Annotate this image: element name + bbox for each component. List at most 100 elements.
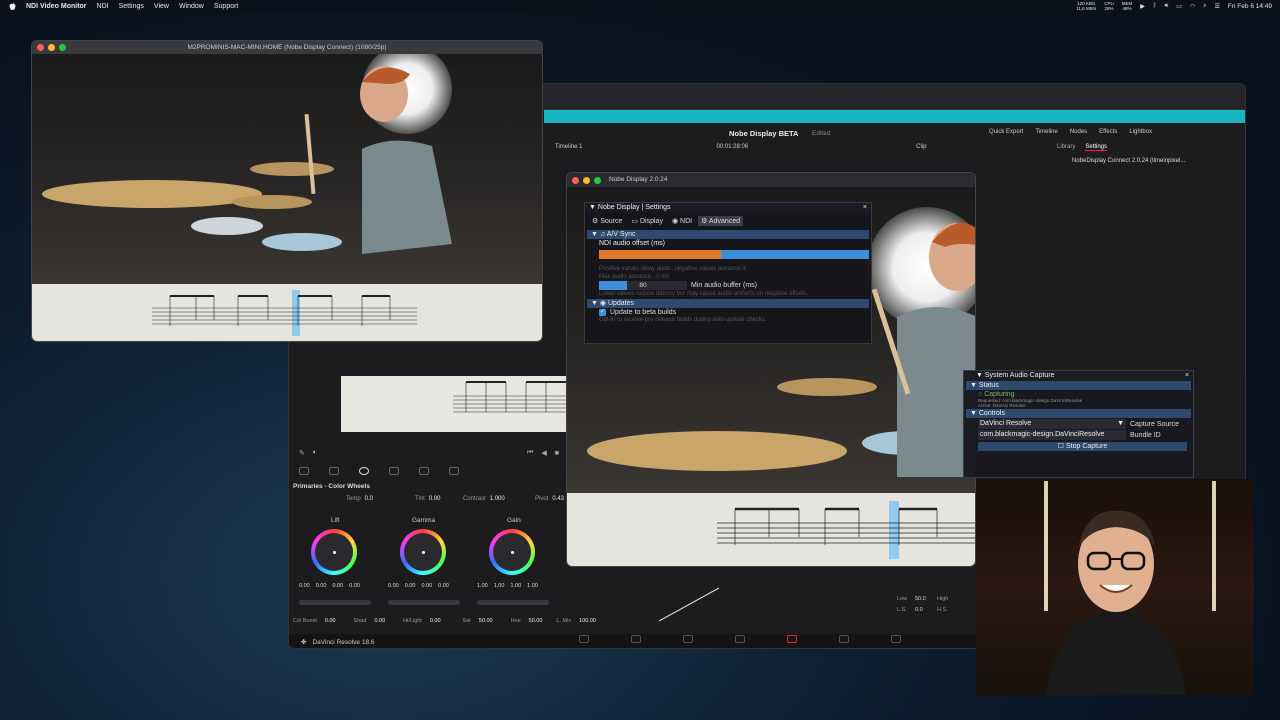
status-section[interactable]: ▼ Status	[966, 381, 1191, 390]
menu-support[interactable]: Support	[214, 3, 239, 10]
gamma-master-slider[interactable]	[388, 600, 460, 605]
color-match-icon[interactable]	[329, 467, 339, 475]
av-sync-section[interactable]: ▼ ♫ A/V Sync	[587, 230, 869, 239]
media-page-icon[interactable]	[579, 635, 589, 643]
battery-icon[interactable]: ▭	[1176, 3, 1182, 10]
play-reverse-icon[interactable]: ◀	[541, 449, 546, 457]
timeline-tab[interactable]: Timeline	[1035, 129, 1057, 135]
nodes-tab[interactable]: Nodes	[1070, 129, 1087, 135]
play-icon[interactable]: ▶	[1140, 3, 1145, 10]
menu-view[interactable]: View	[154, 3, 169, 10]
lmix-value[interactable]: 100.00	[579, 618, 596, 624]
controls-section[interactable]: ▼ Controls	[966, 409, 1191, 418]
apple-icon[interactable]	[8, 1, 17, 11]
gamma-wheel[interactable]	[400, 529, 446, 575]
clip-menu[interactable]: Clip	[916, 144, 926, 150]
tint-value[interactable]: 0.00	[429, 496, 441, 502]
quick-export-button[interactable]: Quick Export	[989, 129, 1023, 135]
color-page-icon[interactable]	[787, 635, 797, 643]
tab-advanced[interactable]: ⚙ Advanced	[698, 216, 744, 226]
plugin-name[interactable]: NobeDisplay Connect 2.0.24 (timeinpixel.…	[1072, 158, 1185, 164]
close-icon[interactable]	[37, 44, 44, 51]
gain-g[interactable]: 1.00	[510, 583, 521, 589]
gamma-b[interactable]: 0.00	[438, 583, 449, 589]
audio-icon[interactable]: 🔈︎	[313, 449, 317, 457]
bluetooth-icon[interactable]: ᛒ	[1153, 3, 1157, 9]
beta-builds-checkbox[interactable]: ✓ Update to beta builds	[585, 309, 871, 316]
shad-value[interactable]: 0.00	[374, 618, 385, 624]
buffer-slider[interactable]: 80	[599, 281, 687, 290]
minimize-icon[interactable]	[48, 44, 55, 51]
lift-master-slider[interactable]	[299, 600, 371, 605]
ls-value[interactable]: 0.0	[915, 607, 937, 613]
app-menu[interactable]: NDI Video Monitor	[26, 3, 87, 10]
pivot-value[interactable]: 0.43	[552, 496, 564, 502]
search-icon[interactable]: ⌕	[1203, 3, 1206, 10]
cpu-stat[interactable]: CPU 28%	[1104, 1, 1114, 11]
lightbox-tab[interactable]: Lightbox	[1129, 129, 1152, 135]
low-value[interactable]: 50.0	[915, 596, 937, 602]
menu-window[interactable]: Window	[179, 3, 204, 10]
tint-field[interactable]: Tint 0.00	[415, 496, 440, 502]
settings-tab[interactable]: Settings	[1085, 144, 1108, 151]
stop-icon[interactable]: ■	[555, 450, 559, 457]
tab-ndi[interactable]: ◉ NDI	[669, 216, 695, 226]
gain-y[interactable]: 1.00	[477, 583, 488, 589]
sat-value[interactable]: 50.00	[479, 618, 493, 624]
control-center-icon[interactable]: ☰	[1215, 3, 1220, 10]
nobe-close-icon[interactable]	[572, 176, 579, 184]
volume-icon[interactable]: 🔊︎	[1164, 3, 1168, 10]
temp-value[interactable]: 0.0	[365, 496, 373, 502]
deliver-page-icon[interactable]	[891, 635, 901, 643]
stop-capture-button[interactable]: ☐ Stop Capture	[978, 442, 1187, 451]
hs-value[interactable]	[955, 607, 969, 613]
audio-offset-slider[interactable]	[599, 250, 869, 259]
motion-effects-icon[interactable]	[449, 467, 459, 475]
camera-raw-icon[interactable]	[299, 467, 309, 475]
nobe-minimize-icon[interactable]	[583, 176, 590, 184]
skip-back-icon[interactable]: ⏮	[527, 449, 533, 457]
rgb-mixer-icon[interactable]	[419, 467, 429, 475]
gain-master-slider[interactable]	[477, 600, 549, 605]
fairlight-page-icon[interactable]	[839, 635, 849, 643]
lift-y[interactable]: 0.00	[299, 583, 310, 589]
color-wheels-icon[interactable]	[359, 467, 369, 475]
lift-wheel[interactable]	[311, 529, 357, 575]
lift-r[interactable]: 0.00	[316, 583, 327, 589]
cut-page-icon[interactable]	[631, 635, 641, 643]
gain-b[interactable]: 1.00	[527, 583, 538, 589]
picker-icon[interactable]: ✎	[299, 449, 305, 457]
collapse-icon[interactable]: ▼	[589, 204, 596, 211]
temp-field[interactable]: Temp 0.0	[346, 496, 373, 502]
nobe-fullscreen-icon[interactable]	[594, 176, 601, 184]
timeline-name[interactable]: Timeline 1	[555, 144, 582, 150]
hilight-value[interactable]: 0.00	[430, 618, 441, 624]
library-tab[interactable]: Library	[1057, 144, 1075, 151]
tab-source[interactable]: ⚙ Source	[589, 216, 625, 226]
settings-close-icon[interactable]: ×	[863, 203, 867, 213]
contrast-value[interactable]: 1.000	[490, 496, 505, 502]
high-value[interactable]	[955, 596, 969, 602]
gamma-g[interactable]: 0.00	[421, 583, 432, 589]
gain-wheel[interactable]	[489, 529, 535, 575]
sac-collapse-icon[interactable]: ▼	[976, 372, 983, 379]
hdr-icon[interactable]	[389, 467, 399, 475]
lift-g[interactable]: 0.00	[332, 583, 343, 589]
menu-settings[interactable]: Settings	[119, 3, 144, 10]
gamma-r[interactable]: 0.00	[405, 583, 416, 589]
colboost-value[interactable]: 0.00	[325, 618, 336, 624]
bundle-id-input[interactable]: com.blackmagic-design.DaVinciResolve	[978, 430, 1126, 440]
fusion-page-icon[interactable]	[735, 635, 745, 643]
network-stat[interactable]: 120 KB/s 11,6 MB/s	[1076, 1, 1096, 11]
updates-section[interactable]: ▼ ◉ Updates	[587, 299, 869, 308]
lift-b[interactable]: 0.00	[349, 583, 360, 589]
edit-page-icon[interactable]	[683, 635, 693, 643]
gain-r[interactable]: 1.00	[494, 583, 505, 589]
contrast-field[interactable]: Contrast 1.000	[463, 496, 505, 502]
tab-display[interactable]: ▭ Display	[628, 216, 666, 226]
wifi-icon[interactable]: ◠	[1190, 3, 1195, 10]
capture-source-select[interactable]: DaVinci Resolve ▼	[978, 419, 1126, 429]
hue-value[interactable]: 50.00	[529, 618, 543, 624]
fullscreen-icon[interactable]	[59, 44, 66, 51]
clock[interactable]: Fri Feb 6 14:49	[1228, 3, 1272, 10]
